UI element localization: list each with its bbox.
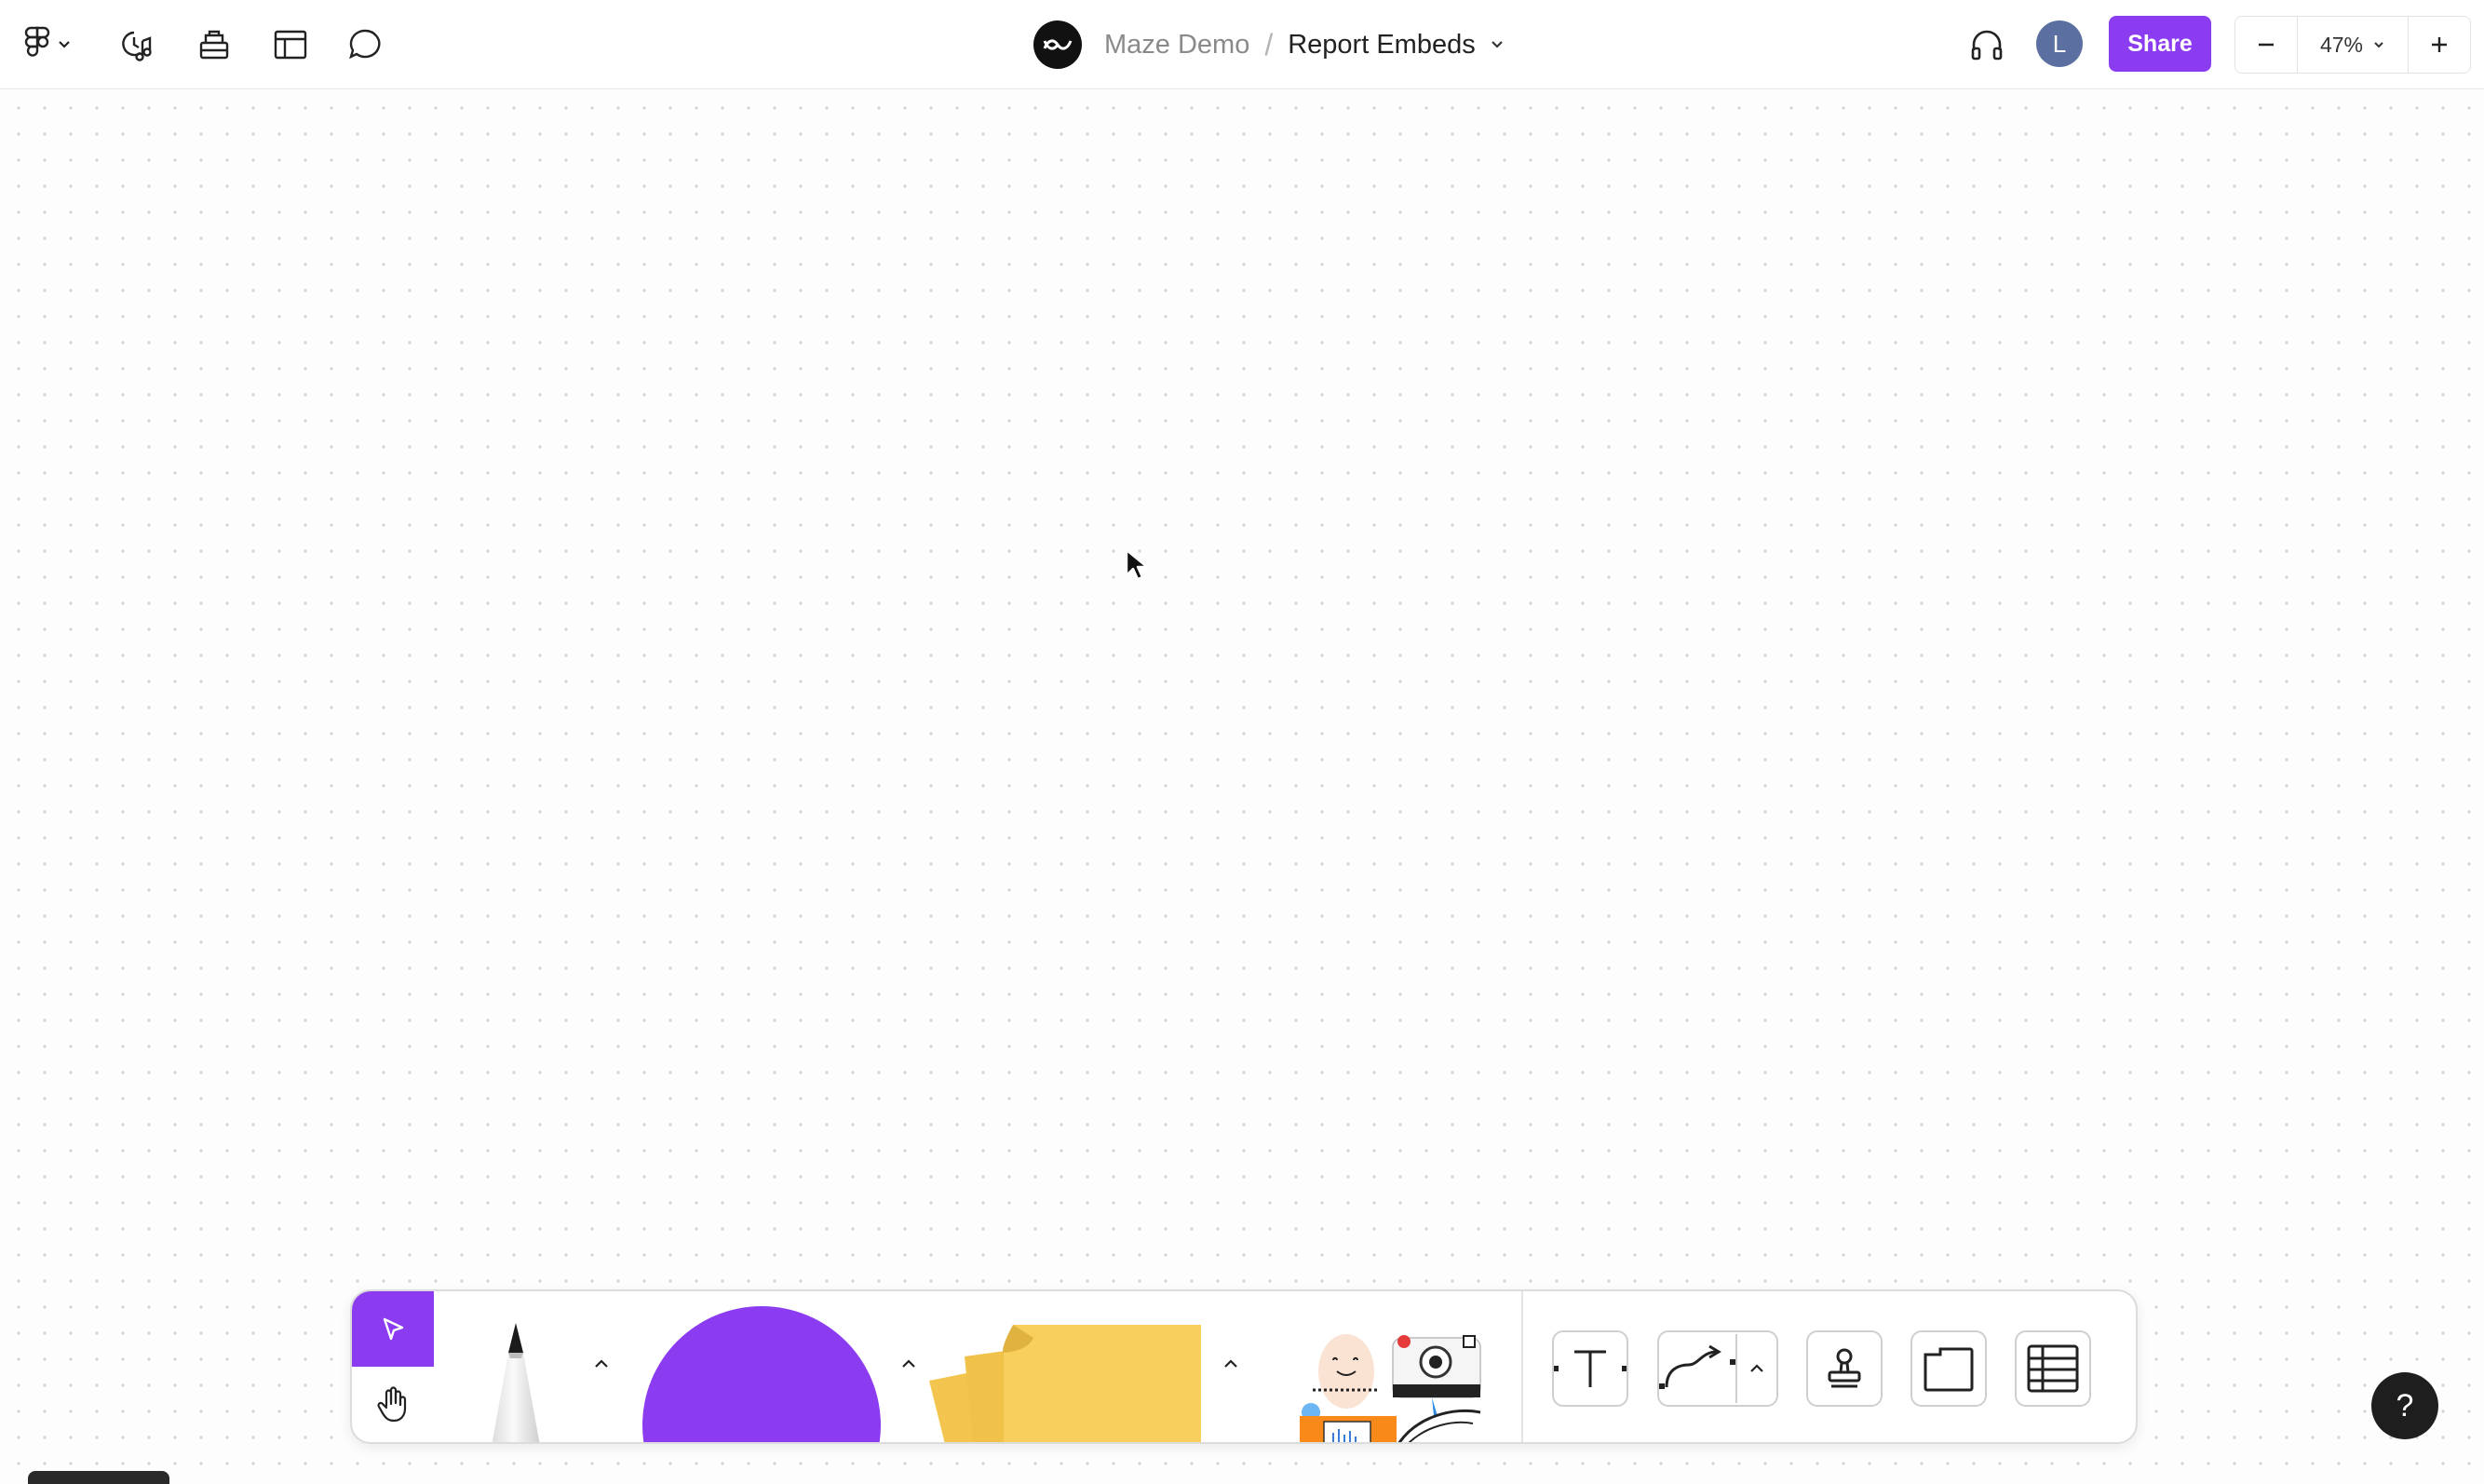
marker-icon — [492, 1323, 540, 1442]
audio-headphones-button[interactable] — [1964, 22, 2009, 67]
text-tool-button[interactable] — [1552, 1330, 1628, 1407]
marker-options-caret[interactable] — [587, 1349, 616, 1379]
zoom-in-button[interactable] — [2409, 17, 2470, 73]
breadcrumb: Maze Demo / Report Embeds — [1033, 17, 1505, 73]
creation-toolbar — [350, 1289, 2138, 1444]
table-tool-button[interactable] — [2015, 1330, 2091, 1407]
text-icon — [1554, 1350, 1627, 1387]
stickers-icon — [1300, 1334, 1481, 1442]
marker-tool[interactable] — [471, 1315, 560, 1442]
toolbar-divider — [1521, 1291, 1523, 1442]
chevron-up-icon — [595, 1359, 608, 1368]
main-menu-button[interactable] — [17, 22, 78, 65]
stamp-tool-button[interactable] — [1806, 1330, 1883, 1407]
chevron-up-icon — [1750, 1364, 1763, 1372]
select-tool-button[interactable] — [352, 1291, 434, 1367]
timer-music-icon — [122, 31, 152, 61]
hand-tool-button[interactable] — [352, 1367, 434, 1442]
figma-logo-icon — [24, 26, 50, 57]
team-logo-icon[interactable] — [1033, 20, 1082, 69]
connector-tool-button[interactable] — [1657, 1330, 1778, 1407]
hand-icon — [377, 1385, 407, 1422]
headphones-icon — [1971, 30, 2003, 61]
team-name-link[interactable]: Maze Demo — [1104, 30, 1249, 61]
sticky-note-icon — [929, 1325, 1201, 1442]
zoom-out-button[interactable] — [2235, 17, 2298, 73]
layout-icon — [274, 30, 307, 60]
bottom-panel-tab[interactable] — [28, 1471, 169, 1484]
minus-icon — [2259, 43, 2274, 47]
help-button[interactable]: ? — [2371, 1372, 2438, 1439]
library-icon — [199, 30, 229, 60]
chevron-up-icon — [902, 1359, 915, 1368]
shape-tool-circle-icon[interactable] — [642, 1306, 881, 1442]
zoom-level-value: 47% — [2319, 32, 2364, 57]
move-cursor-icon — [383, 1317, 404, 1340]
assets-button[interactable] — [192, 22, 236, 67]
connector-options-caret[interactable] — [1735, 1334, 1776, 1403]
sticky-options-caret[interactable] — [1216, 1349, 1246, 1379]
chevron-down-icon — [59, 41, 70, 48]
mouse-cursor-icon — [1123, 547, 1154, 587]
zoom-controls: 47% — [2234, 16, 2471, 74]
comments-button[interactable] — [343, 22, 387, 67]
whiteboard-canvas[interactable] — [0, 89, 2484, 1484]
plus-icon — [2432, 37, 2447, 52]
comment-icon — [349, 29, 381, 60]
section-tool-button[interactable] — [1910, 1330, 1987, 1407]
stickers-widgets-tool[interactable] — [1296, 1319, 1492, 1442]
connector-icon — [1659, 1344, 1735, 1389]
sticky-note-tool[interactable] — [929, 1317, 1208, 1442]
shape-options-caret[interactable] — [894, 1349, 924, 1379]
chevron-down-icon — [2374, 42, 2383, 48]
zoom-level-dropdown[interactable]: 47% — [2298, 17, 2409, 73]
breadcrumb-separator: / — [1264, 27, 1274, 61]
chevron-up-icon — [1224, 1359, 1237, 1368]
audio-timer-button[interactable] — [114, 22, 158, 67]
layout-button[interactable] — [268, 22, 313, 67]
table-icon — [2027, 1344, 2079, 1393]
file-menu-chevron-icon[interactable] — [1489, 38, 1505, 51]
file-name[interactable]: Report Embeds — [1288, 30, 1476, 61]
share-button[interactable]: Share — [2109, 16, 2211, 72]
stamp-icon — [1828, 1348, 1861, 1388]
top-bar: Maze Demo / Report Embeds L Share 47% — [0, 0, 2484, 89]
section-icon — [1924, 1347, 1974, 1392]
avatar[interactable]: L — [2036, 20, 2083, 67]
